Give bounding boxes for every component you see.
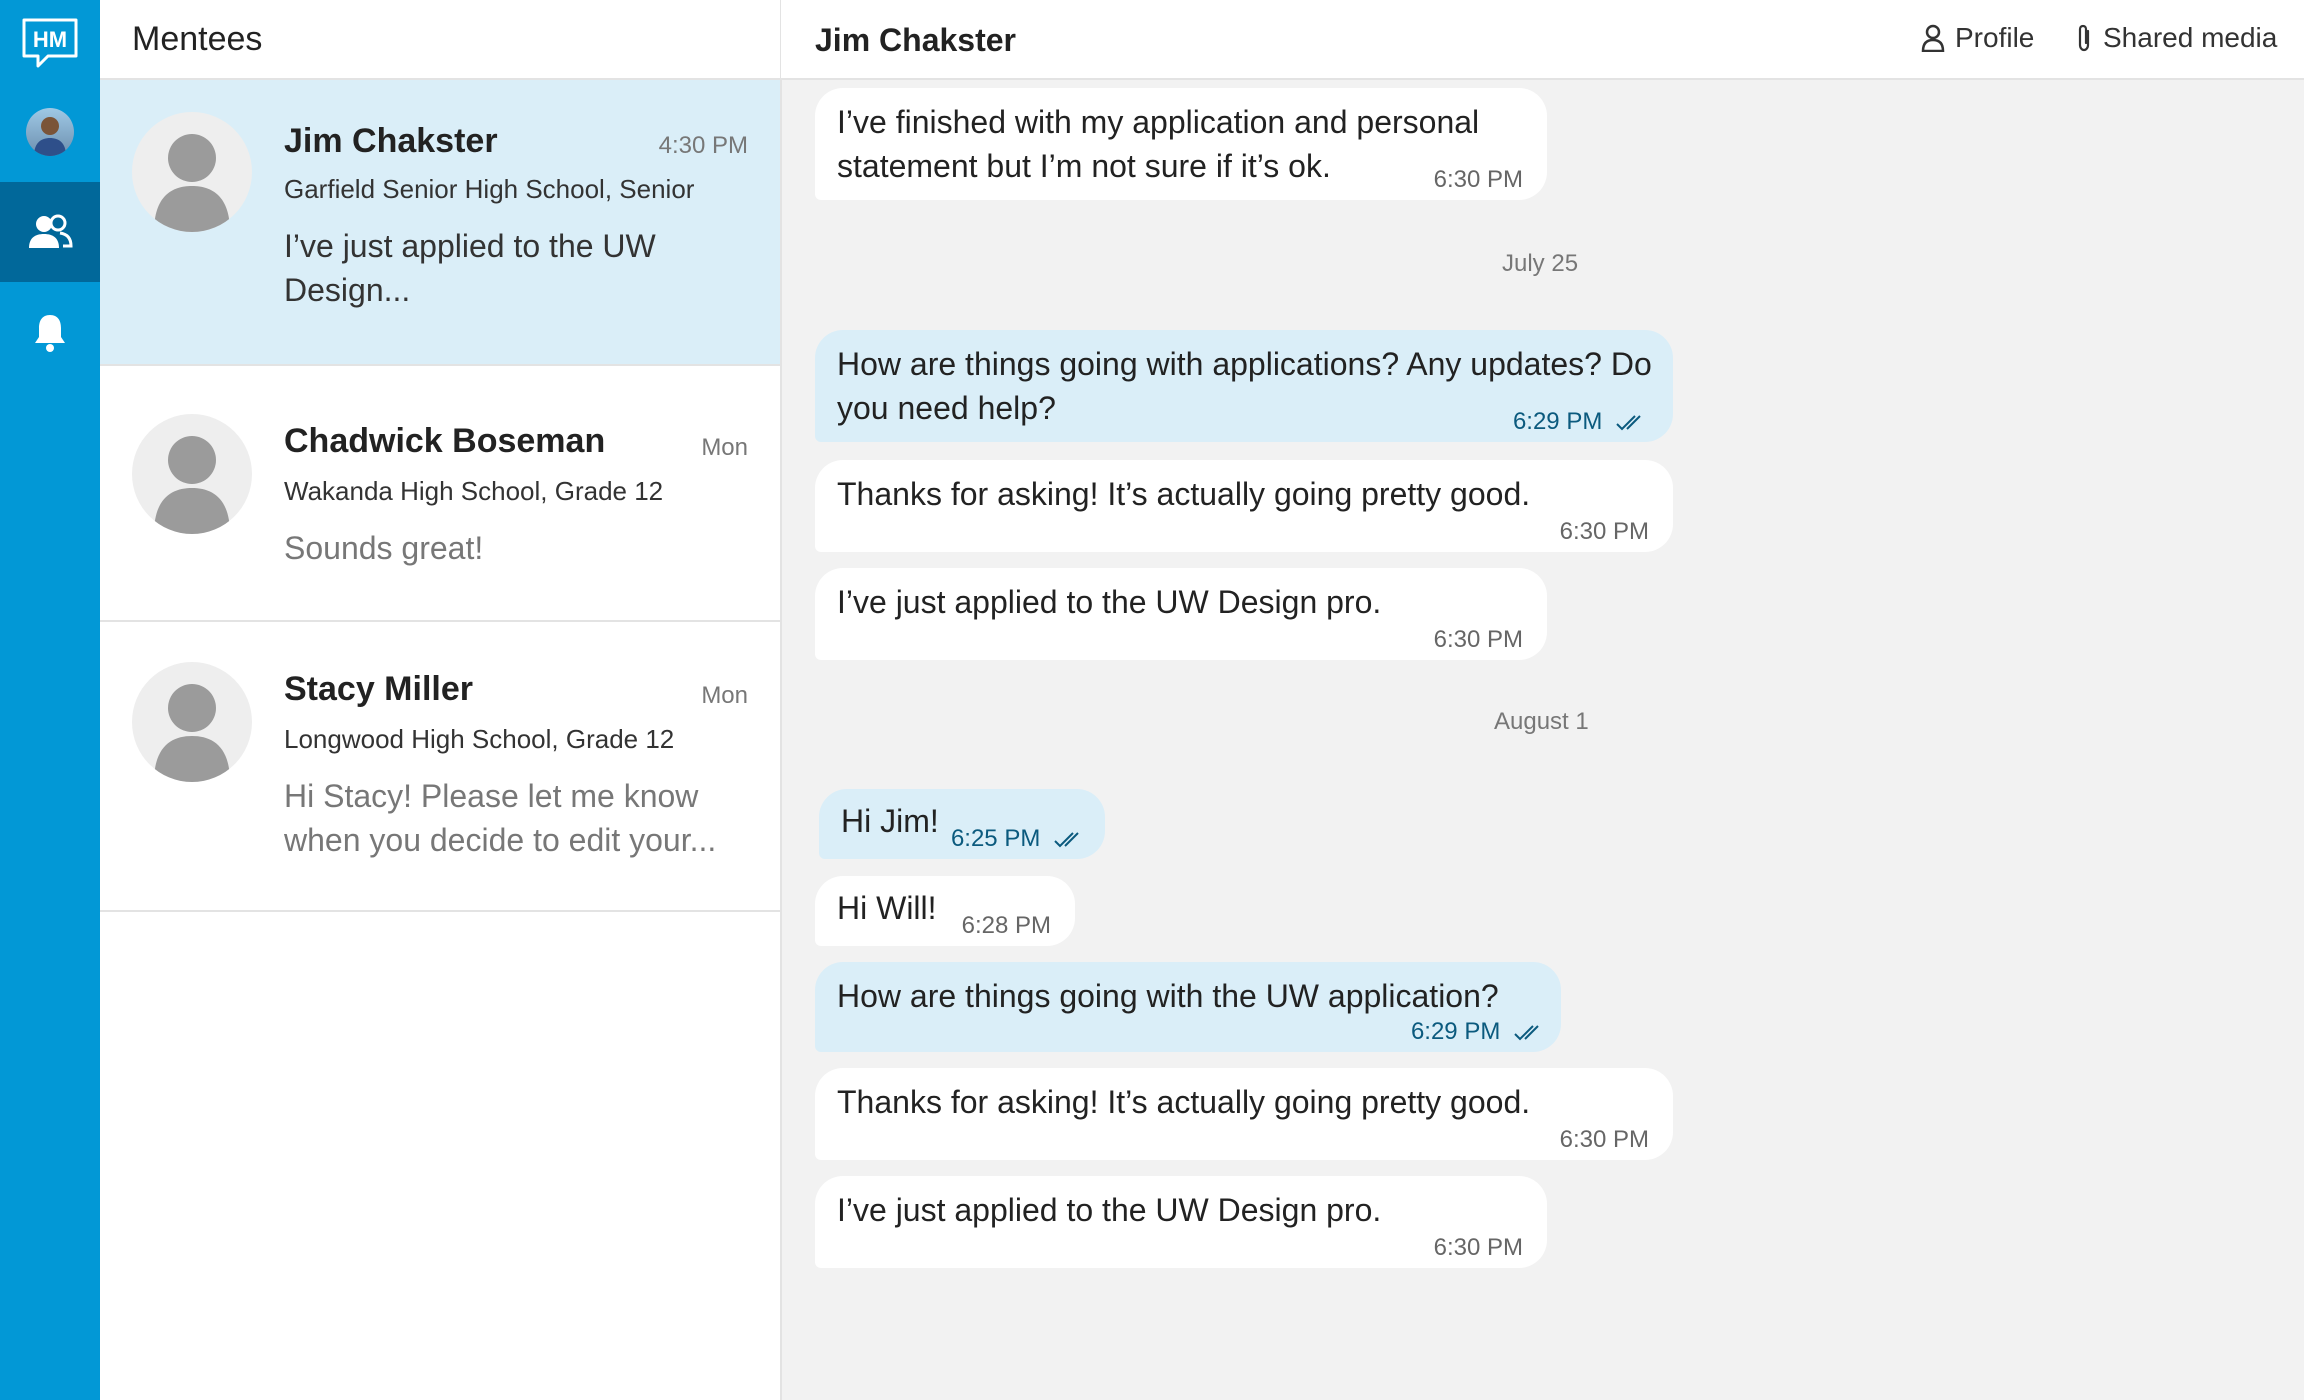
read-ticks-icon [1616,414,1641,431]
message-bubble-outgoing[interactable]: Hi Jim! 6:25 PM [819,789,1105,859]
message-time: 6:30 PM [1433,626,1523,653]
mentee-school: Longwood High School, Grade 12 [284,724,675,754]
message-bubble-incoming[interactable]: Thanks for asking! It’s actually going p… [815,460,1673,552]
message-text: I’ve just applied to the UW Design pro. [837,1192,1382,1228]
mentee-time: 4:30 PM [658,132,748,159]
read-ticks-icon [1514,1024,1539,1041]
message-bubble-incoming[interactable]: I’ve just applied to the UW Design pro. … [815,1176,1547,1268]
message-text: Thanks for asking! It’s actually going p… [837,476,1531,512]
person-icon [1921,24,1945,52]
message-text: I’ve finished with my application and pe… [837,104,1480,184]
sidebar-item-mentees[interactable] [0,182,100,282]
avatar [132,112,252,232]
message-time: 6:30 PM [1559,518,1649,545]
bell-icon [35,315,65,352]
shared-media-label: Shared media [2103,22,2278,53]
message-time: 6:29 PM [1410,1018,1501,1045]
message-bubble-incoming[interactable]: I’ve finished with my application and pe… [815,88,1547,200]
sidebar-item-notifications[interactable] [0,282,100,382]
mentee-time: Mon [701,434,748,461]
profile-avatar[interactable] [26,108,74,156]
message-text: I’ve just applied to the UW Design pro. [837,584,1382,620]
message-time-with-ticks: 6:25 PM [951,825,1087,853]
mentee-name: Jim Chakster [284,122,498,160]
mentee-preview: I’ve just applied to the UW Design... [284,228,656,308]
mentee-school: Garfield Senior High School, Senior [284,174,695,204]
message-text: How are things going with the UW applica… [837,978,1499,1014]
message-time: 6:30 PM [1433,1234,1523,1261]
mentee-time: Mon [701,682,748,709]
mentee-item-stacy-miller[interactable]: Stacy Miller Mon Longwood High School, G… [100,622,780,912]
date-separator: August 1 [1494,708,1589,735]
message-time: 6:25 PM [950,825,1041,852]
chat-header: Jim Chakster Profile Shared media [781,0,2304,80]
message-bubble-incoming[interactable]: I’ve just applied to the UW Design pro. … [815,568,1547,660]
message-time: 6:30 PM [1559,1126,1649,1153]
mentees-panel: Mentees Jim Chakster 4:30 PM Garfield Se… [100,0,782,1400]
mentees-header: Mentees [100,0,780,80]
message-text: Thanks for asking! It’s actually going p… [837,1084,1531,1120]
mentees-title: Mentees [132,19,263,58]
message-bubble-outgoing[interactable]: How are things going with the UW applica… [815,962,1561,1052]
logo-text: HM [33,27,67,52]
mentee-preview: Hi Stacy! Please let me know when you de… [284,778,717,858]
app-sidebar: HM [0,0,100,1400]
message-text: Hi Will! [837,890,937,926]
mentee-name: Stacy Miller [284,670,473,708]
mentee-item-jim-chakster[interactable]: Jim Chakster 4:30 PM Garfield Senior Hig… [100,80,780,366]
message-bubble-outgoing[interactable]: How are things going with applications? … [815,330,1673,442]
shared-media-button[interactable]: Shared media [2075,22,2277,54]
mentee-name: Chadwick Boseman [284,422,606,460]
people-icon [29,214,73,248]
message-time-with-ticks: 6:29 PM [1513,408,1649,436]
message-time: 6:30 PM [1433,166,1523,193]
date-separator: July 25 [1502,250,1579,277]
message-time-with-ticks: 6:29 PM [1411,1018,1547,1046]
profile-label: Profile [1955,22,2035,53]
read-ticks-icon [1054,831,1079,848]
paperclip-icon [2078,24,2090,52]
message-time: 6:28 PM [961,912,1051,939]
mentee-school: Wakanda High School, Grade 12 [284,476,664,506]
mentee-item-chadwick-boseman[interactable]: Chadwick Boseman Mon Wakanda High School… [100,366,780,622]
message-bubble-incoming[interactable]: Thanks for asking! It’s actually going p… [815,1068,1673,1160]
profile-button[interactable]: Profile [1921,22,2034,54]
mentee-preview: Sounds great! [284,530,484,566]
message-time: 6:29 PM [1512,408,1603,435]
message-bubble-incoming[interactable]: Hi Will! 6:28 PM [815,876,1075,946]
chat-title: Jim Chakster [815,22,1016,58]
avatar [132,414,252,534]
avatar [132,662,252,782]
app-logo[interactable]: HM [20,16,80,70]
